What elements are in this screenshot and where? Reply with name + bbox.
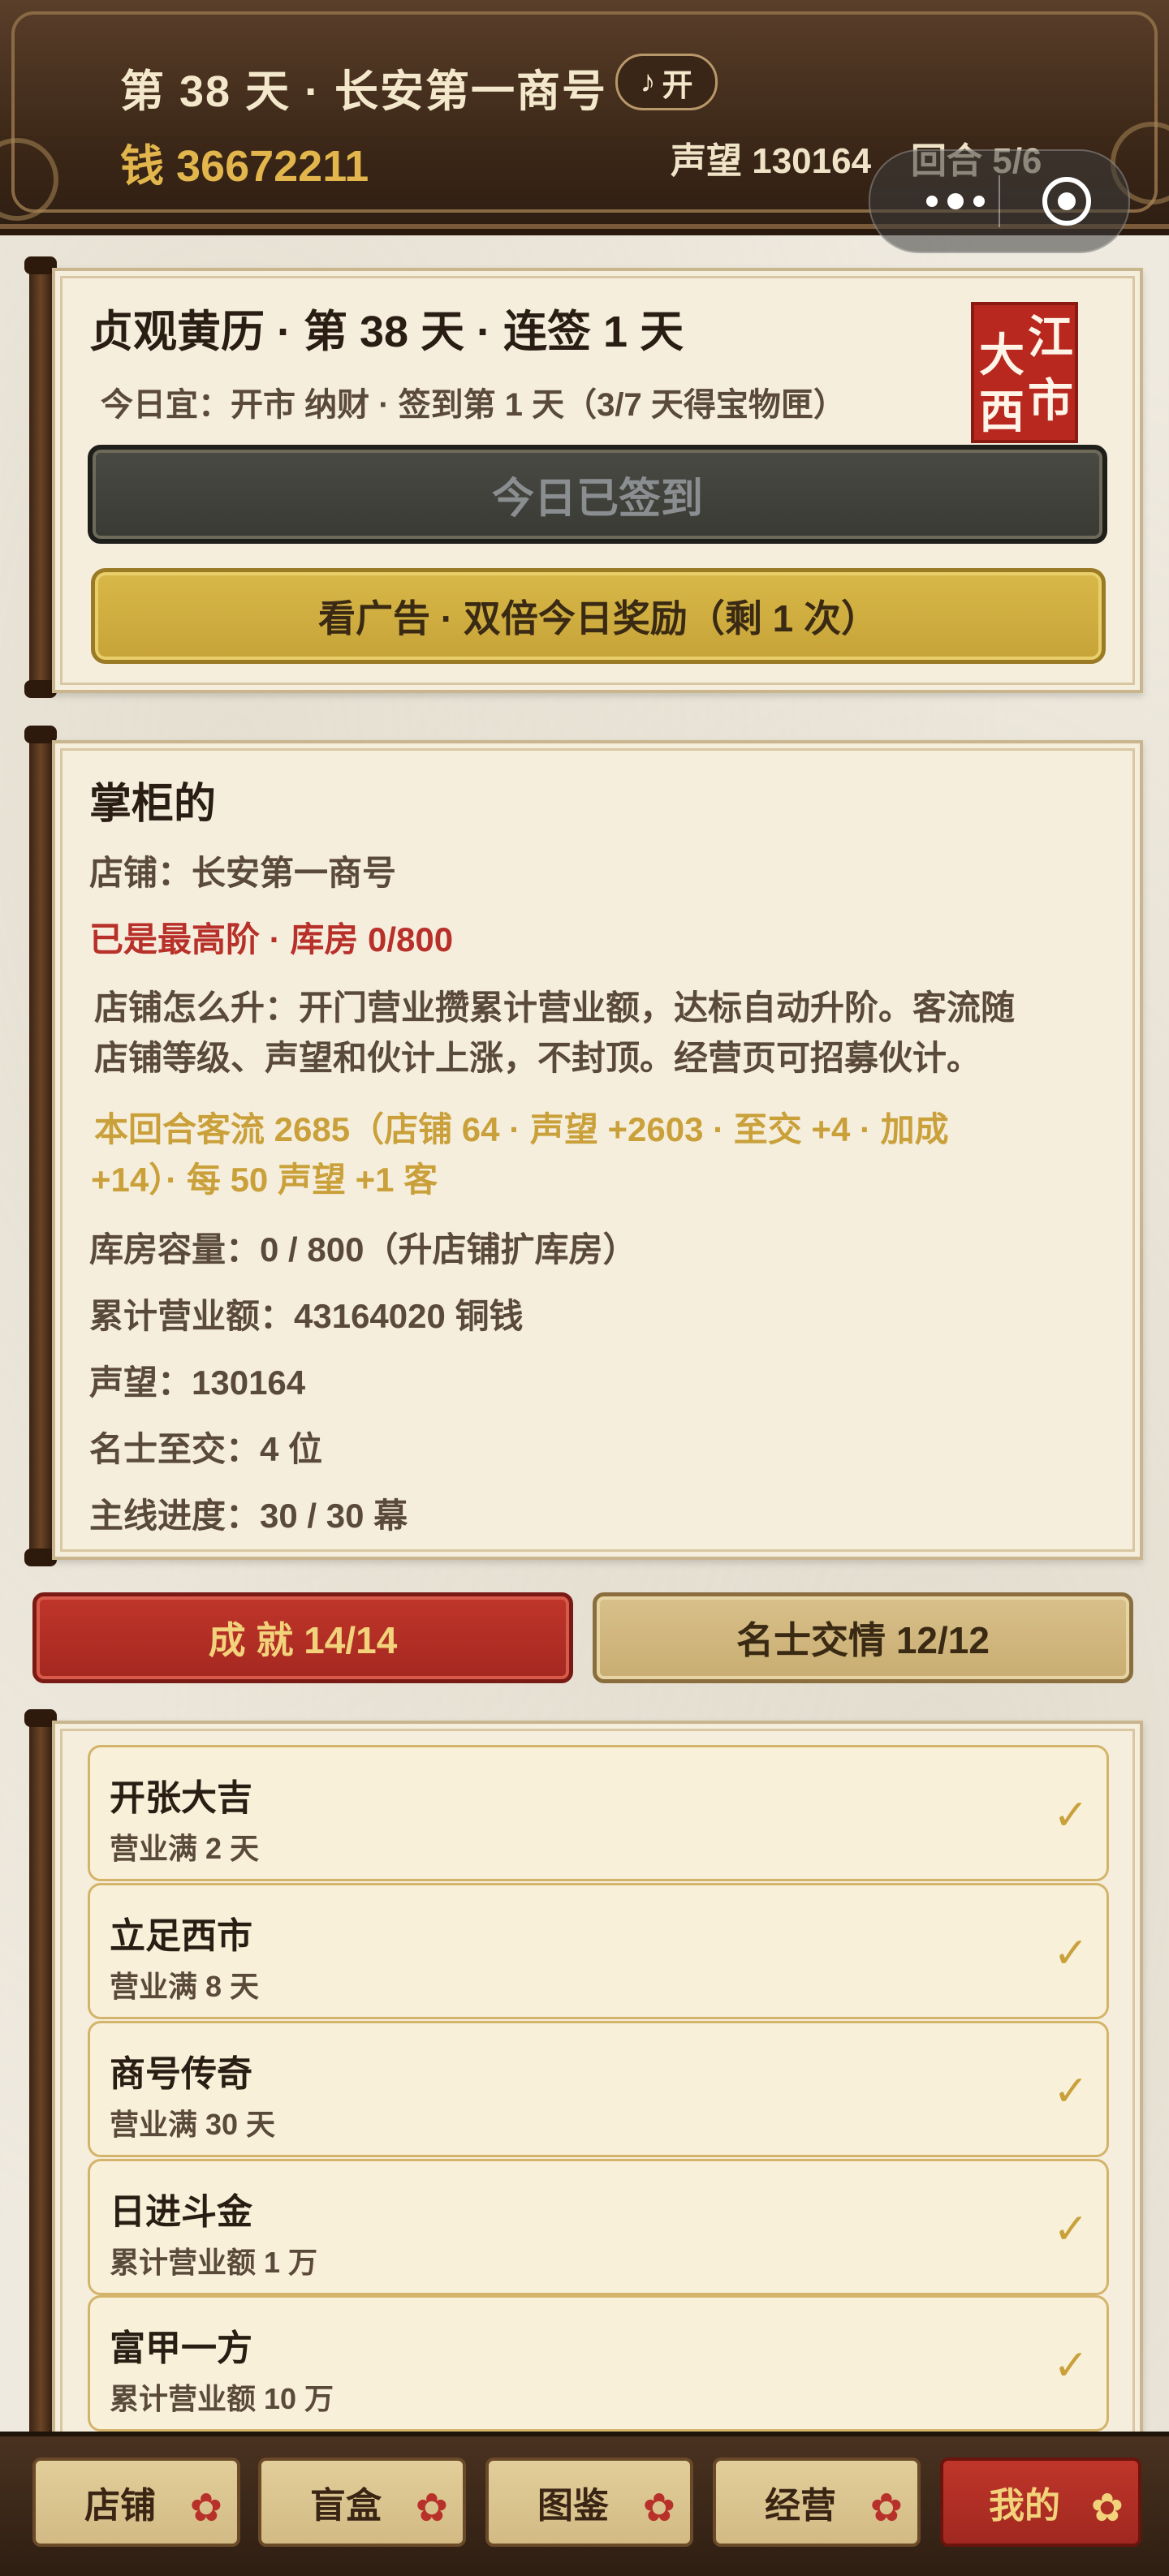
traffic-line-1: 本回合客流 2685（店铺 64 · 声望 +2603 · 至交 +4 · 加成 bbox=[94, 1110, 949, 1148]
tab-achievements[interactable]: 成 就 14/14 bbox=[32, 1592, 573, 1683]
chinese-knot-icon: ✿ bbox=[189, 2487, 222, 2530]
calendar-title: 贞观黄历 · 第 38 天 · 连签 1 天 bbox=[89, 308, 684, 356]
nav-blindbox[interactable]: 盲盒 ✿ bbox=[258, 2458, 466, 2547]
check-icon: ✓ bbox=[1053, 2068, 1089, 2115]
reputation-display: 声望 130164 bbox=[671, 141, 872, 181]
music-toggle-button[interactable]: ♪ 开 bbox=[615, 54, 718, 110]
money-display: 钱 36672211 bbox=[120, 142, 369, 191]
nav-shop[interactable]: 店铺 ✿ bbox=[32, 2458, 240, 2547]
check-icon: ✓ bbox=[1053, 1930, 1089, 1977]
nav-label: 店铺 bbox=[84, 2486, 156, 2526]
list-item: 日进斗金 累计营业额 1 万 ✓ bbox=[88, 2159, 1109, 2295]
signed-in-button[interactable]: 今日已签到 bbox=[88, 445, 1107, 544]
nav-mine[interactable]: 我的 ✿ bbox=[940, 2458, 1141, 2547]
tab-friendship[interactable]: 名士交情 12/12 bbox=[593, 1592, 1133, 1683]
nav-label: 我的 bbox=[989, 2486, 1060, 2526]
miniprogram-capsule bbox=[869, 149, 1130, 253]
nav-catalog[interactable]: 图鉴 ✿ bbox=[485, 2458, 693, 2547]
achievement-name: 商号传奇 bbox=[110, 2054, 252, 2094]
watch-ad-double-reward-button[interactable]: 看广告 · 双倍今日奖励（剩 1 次） bbox=[91, 568, 1106, 664]
achievement-desc: 营业满 8 天 bbox=[110, 1970, 260, 2003]
chinese-knot-icon: ✿ bbox=[869, 2487, 903, 2530]
manager-title: 掌柜的 bbox=[89, 781, 217, 828]
check-icon: ✓ bbox=[1053, 2206, 1089, 2253]
music-note-icon: ♪ bbox=[640, 64, 656, 99]
shop-tier-status: 已是最高阶 · 库房 0/800 bbox=[89, 920, 454, 958]
achievement-desc: 营业满 30 天 bbox=[110, 2108, 276, 2141]
check-icon: ✓ bbox=[1053, 2342, 1089, 2389]
achievement-desc: 累计营业额 1 万 bbox=[110, 2246, 318, 2279]
upgrade-tip-line-1: 店铺怎么升：开门营业攒累计营业额，达标自动升阶。客流随 bbox=[94, 989, 1016, 1027]
upgrade-tip-line-2: 店铺等级、声望和伙计上涨，不封顶。经营页可招募伙计。 bbox=[94, 1039, 981, 1077]
scroll-rod-left bbox=[24, 256, 57, 698]
chinese-knot-icon: ✿ bbox=[1090, 2487, 1124, 2530]
close-miniprogram-icon[interactable] bbox=[1042, 177, 1091, 226]
achievement-name: 日进斗金 bbox=[110, 2192, 252, 2232]
scroll-rod-left bbox=[24, 1709, 57, 2456]
achievement-name: 富甲一方 bbox=[110, 2328, 252, 2368]
bottom-nav: 店铺 ✿ 盲盒 ✿ 图鉴 ✿ 经营 ✿ 我的 ✿ bbox=[0, 2432, 1169, 2576]
total-revenue: 累计营业额：43164020 铜钱 bbox=[89, 1297, 524, 1335]
list-item: 立足西市 营业满 8 天 ✓ bbox=[88, 1883, 1109, 2019]
more-menu-icon[interactable] bbox=[903, 183, 1008, 219]
achievement-desc: 营业满 2 天 bbox=[110, 1832, 260, 1865]
scroll-rod-left bbox=[24, 726, 57, 1566]
market-seal-stamp: 江 大 西 市 bbox=[971, 302, 1078, 443]
nav-label: 经营 bbox=[765, 2486, 836, 2526]
shop-name: 店铺：长安第一商号 bbox=[89, 854, 397, 892]
traffic-line-2: +14）· 每 50 声望 +1 客 bbox=[91, 1161, 438, 1199]
chinese-knot-icon: ✿ bbox=[642, 2487, 675, 2530]
reputation-value: 声望：130164 bbox=[89, 1363, 306, 1402]
game-title: 第 38 天 · 长安第一商号 bbox=[120, 67, 608, 116]
list-item: 商号传奇 营业满 30 天 ✓ bbox=[88, 2021, 1109, 2157]
nav-label: 图鉴 bbox=[537, 2486, 609, 2526]
music-toggle-label: 开 bbox=[662, 68, 693, 103]
achievement-name: 立足西市 bbox=[110, 1916, 252, 1956]
friends-count: 名士至交：4 位 bbox=[89, 1430, 323, 1468]
nav-business[interactable]: 经营 ✿ bbox=[713, 2458, 921, 2547]
story-progress: 主线进度：30 / 30 幕 bbox=[89, 1497, 408, 1535]
calendar-subtitle: 今日宜：开市 纳财 · 签到第 1 天（3/7 天得宝物匣） bbox=[101, 387, 846, 423]
check-icon: ✓ bbox=[1053, 1792, 1089, 1839]
achievement-desc: 累计营业额 10 万 bbox=[110, 2382, 334, 2415]
achievement-name: 开张大吉 bbox=[110, 1778, 252, 1818]
list-item: 富甲一方 累计营业额 10 万 ✓ bbox=[88, 2295, 1109, 2432]
chinese-knot-icon: ✿ bbox=[415, 2487, 448, 2530]
capsule-divider bbox=[999, 175, 1000, 227]
nav-label: 盲盒 bbox=[310, 2486, 382, 2526]
storage-capacity: 库房容量：0 / 800（升店铺扩库房） bbox=[89, 1230, 637, 1269]
list-item: 开张大吉 营业满 2 天 ✓ bbox=[88, 1745, 1109, 1881]
